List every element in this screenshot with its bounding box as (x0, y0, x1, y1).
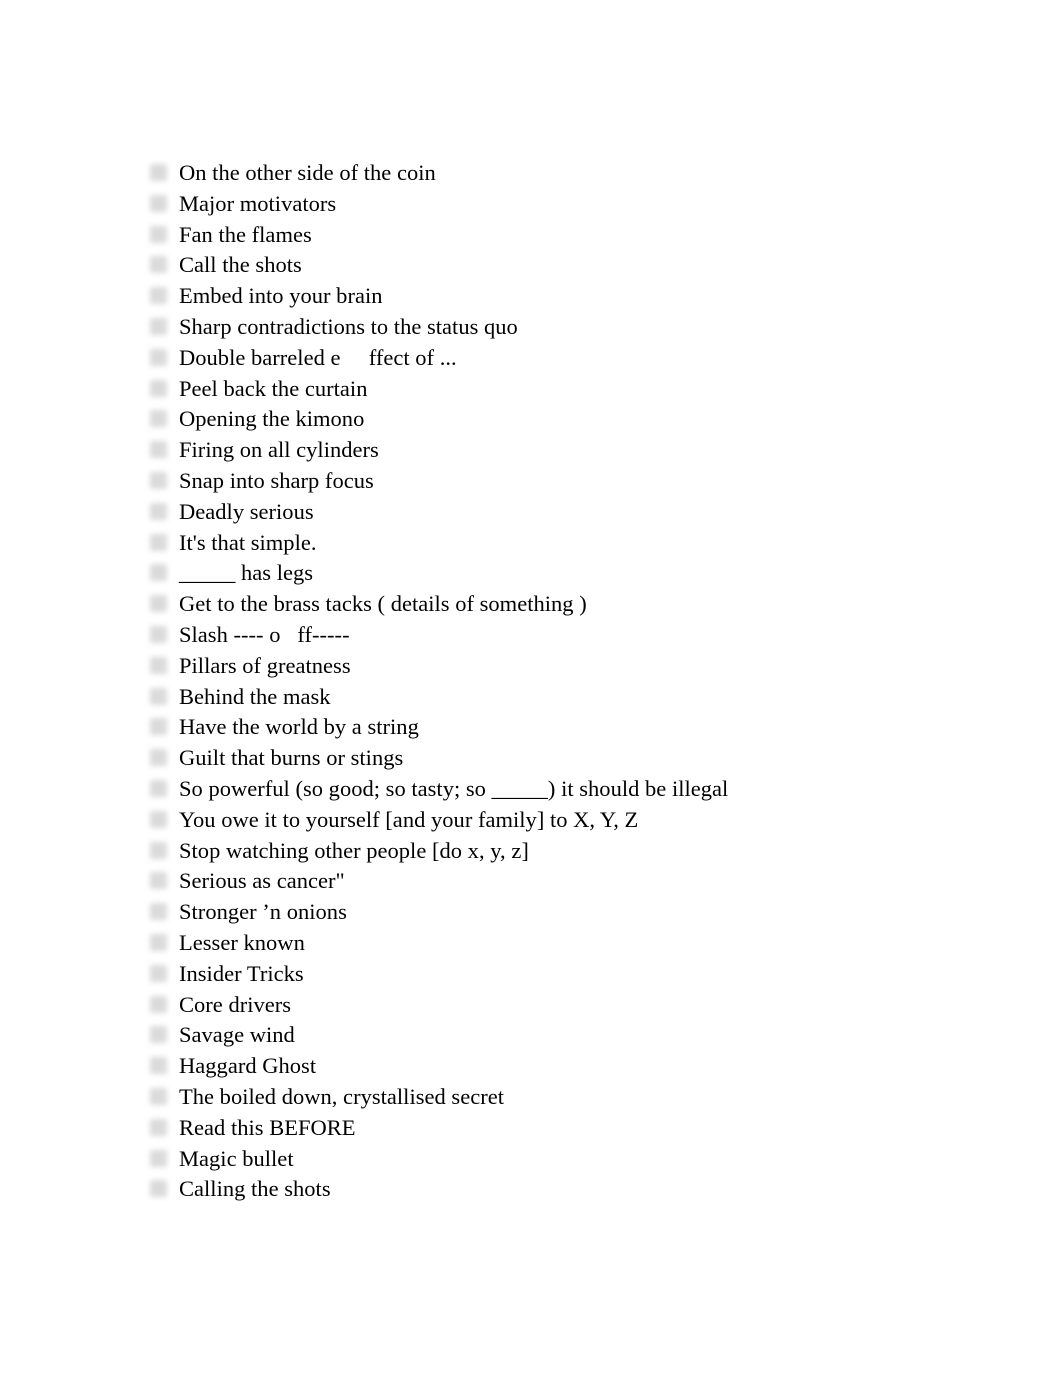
document-page: On the other side of the coin Major motiv… (0, 0, 1062, 1376)
bullet-marker-icon (150, 1057, 167, 1075)
list-item-label: Core drivers (179, 991, 292, 1017)
bullet-marker-icon (150, 718, 167, 736)
list-item-label: Call the shots (179, 252, 302, 278)
list-item-label: Lesser known (179, 929, 305, 955)
bullet-marker-icon (150, 287, 167, 305)
bullet-marker-icon (150, 348, 167, 366)
bullet-marker-icon (150, 1118, 167, 1136)
list-item-label: Get to the brass tacks ( details of some… (179, 591, 587, 617)
bullet-marker-icon (150, 194, 167, 212)
list-item-label: Firing on all cylinders (179, 437, 379, 463)
list-item-label: Pillars of greatness (179, 652, 351, 678)
bullet-marker-icon (150, 933, 167, 951)
bullet-marker-icon (150, 379, 167, 397)
bullet-marker-icon (150, 995, 167, 1013)
list-item-label: Behind the mask (179, 683, 331, 709)
list-item-label: Slash ---- o ff----- (179, 621, 350, 647)
list-item-label: Snap into sharp focus (179, 467, 374, 493)
bullet-marker-icon (150, 903, 167, 921)
list-item-label: Magic bullet (179, 1145, 294, 1171)
list-item-label: So powerful (so good; so tasty; so _____… (179, 775, 729, 801)
list-item-label: Serious as cancer" (179, 868, 345, 894)
list-item-label: Peel back the curtain (179, 375, 368, 401)
list-item-label: It's that simple. (179, 529, 317, 555)
bullet-marker-icon (150, 810, 167, 828)
list-item-label: Embed into your brain (179, 283, 383, 309)
bullet-marker-icon (150, 502, 167, 520)
list-item-label: Double barreled e ffect of ... (179, 344, 457, 370)
bullet-marker-icon (150, 1026, 167, 1044)
bullet-marker-icon (150, 471, 167, 489)
bullet-marker-icon (150, 225, 167, 243)
list-item-label: Haggard Ghost (179, 1053, 317, 1079)
list-item-label: Insider Tricks (179, 960, 304, 986)
bullet-marker-icon (150, 872, 167, 890)
bullet-marker-icon (150, 625, 167, 643)
list-item-label: Sharp contradictions to the status quo (179, 313, 518, 339)
bullet-marker-icon (150, 841, 167, 859)
bullet-marker-icon (150, 964, 167, 982)
list-item-label: Have the world by a string (179, 714, 419, 740)
list-item-label: Guilt that burns or stings (179, 745, 404, 771)
list-item-label: Calling the shots (179, 1176, 331, 1202)
bullet-marker-icon (150, 1087, 167, 1105)
list-item-label: You owe it to yourself [and your family]… (179, 806, 639, 832)
list-item-label: _____ has legs (179, 560, 314, 586)
bullet-marker-icon (150, 687, 167, 705)
bullet-marker-icon (150, 441, 167, 459)
bullet-marker-icon (150, 533, 167, 551)
bullet-marker-icon (150, 1149, 167, 1167)
bullet-marker-icon (150, 1180, 167, 1198)
list-item-label: Major motivators (179, 190, 337, 216)
bullet-marker-icon (150, 749, 167, 767)
bullet-marker-icon (150, 779, 167, 797)
bullet-marker-icon (150, 595, 167, 613)
list-item-label: Deadly serious (179, 498, 314, 524)
list-item-label: The boiled down, crystallised secret (179, 1083, 504, 1109)
bullet-marker-icon (150, 656, 167, 674)
bullet-marker-icon (150, 256, 167, 274)
bullet-marker-icon (150, 410, 167, 428)
list-item-label: Stop watching other people [do x, y, z] (179, 837, 529, 863)
bullet-marker-icon (150, 164, 167, 181)
list-item-label: Fan the flames (179, 221, 312, 247)
bullet-marker-icon (150, 317, 167, 335)
list-item-label: Stronger ’n onions (179, 899, 347, 925)
list-item-label: Savage wind (179, 1022, 295, 1048)
list-item-label: On the other side of the coin (179, 160, 436, 185)
bullet-marker-icon (150, 564, 167, 582)
list-item-label: Opening the kimono (179, 406, 365, 432)
list-item-label: Read this BEFORE (179, 1114, 356, 1140)
